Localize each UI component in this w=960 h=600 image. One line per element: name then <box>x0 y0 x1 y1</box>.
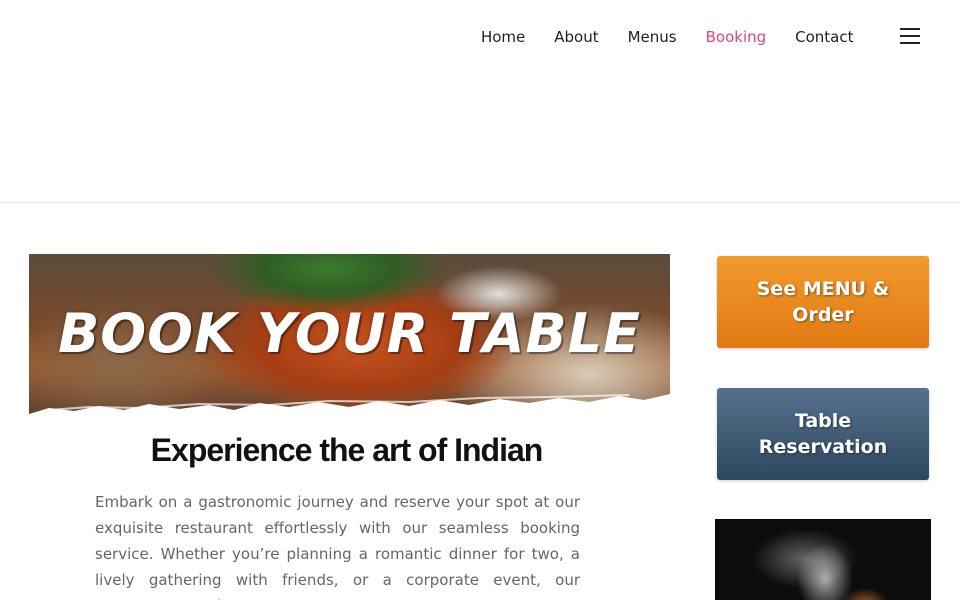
page-headline: Experience the art of Indian <box>150 432 544 468</box>
main-nav: Home About Menus Booking Contact <box>466 26 868 48</box>
brush-stroke-divider <box>29 394 670 418</box>
nav-about[interactable]: About <box>540 26 613 48</box>
nav-contact[interactable]: Contact <box>781 26 868 48</box>
hero-title: BOOK YOUR TABLE <box>58 302 641 365</box>
table-reservation-button[interactable]: Table Reservation <box>717 388 929 480</box>
see-menu-order-button[interactable]: See MENU & Order <box>717 256 929 348</box>
nav-booking[interactable]: Booking <box>691 26 781 48</box>
site-header: Home About Menus Booking Contact <box>0 0 960 203</box>
sidebar-smoke-image <box>715 519 931 600</box>
hamburger-icon[interactable] <box>900 28 922 48</box>
nav-home[interactable]: Home <box>466 26 539 48</box>
hero-banner: BOOK YOUR TABLE <box>29 254 670 418</box>
intro-paragraph: Embark on a gastronomic journey and rese… <box>95 493 580 600</box>
nav-menus[interactable]: Menus <box>613 26 691 48</box>
